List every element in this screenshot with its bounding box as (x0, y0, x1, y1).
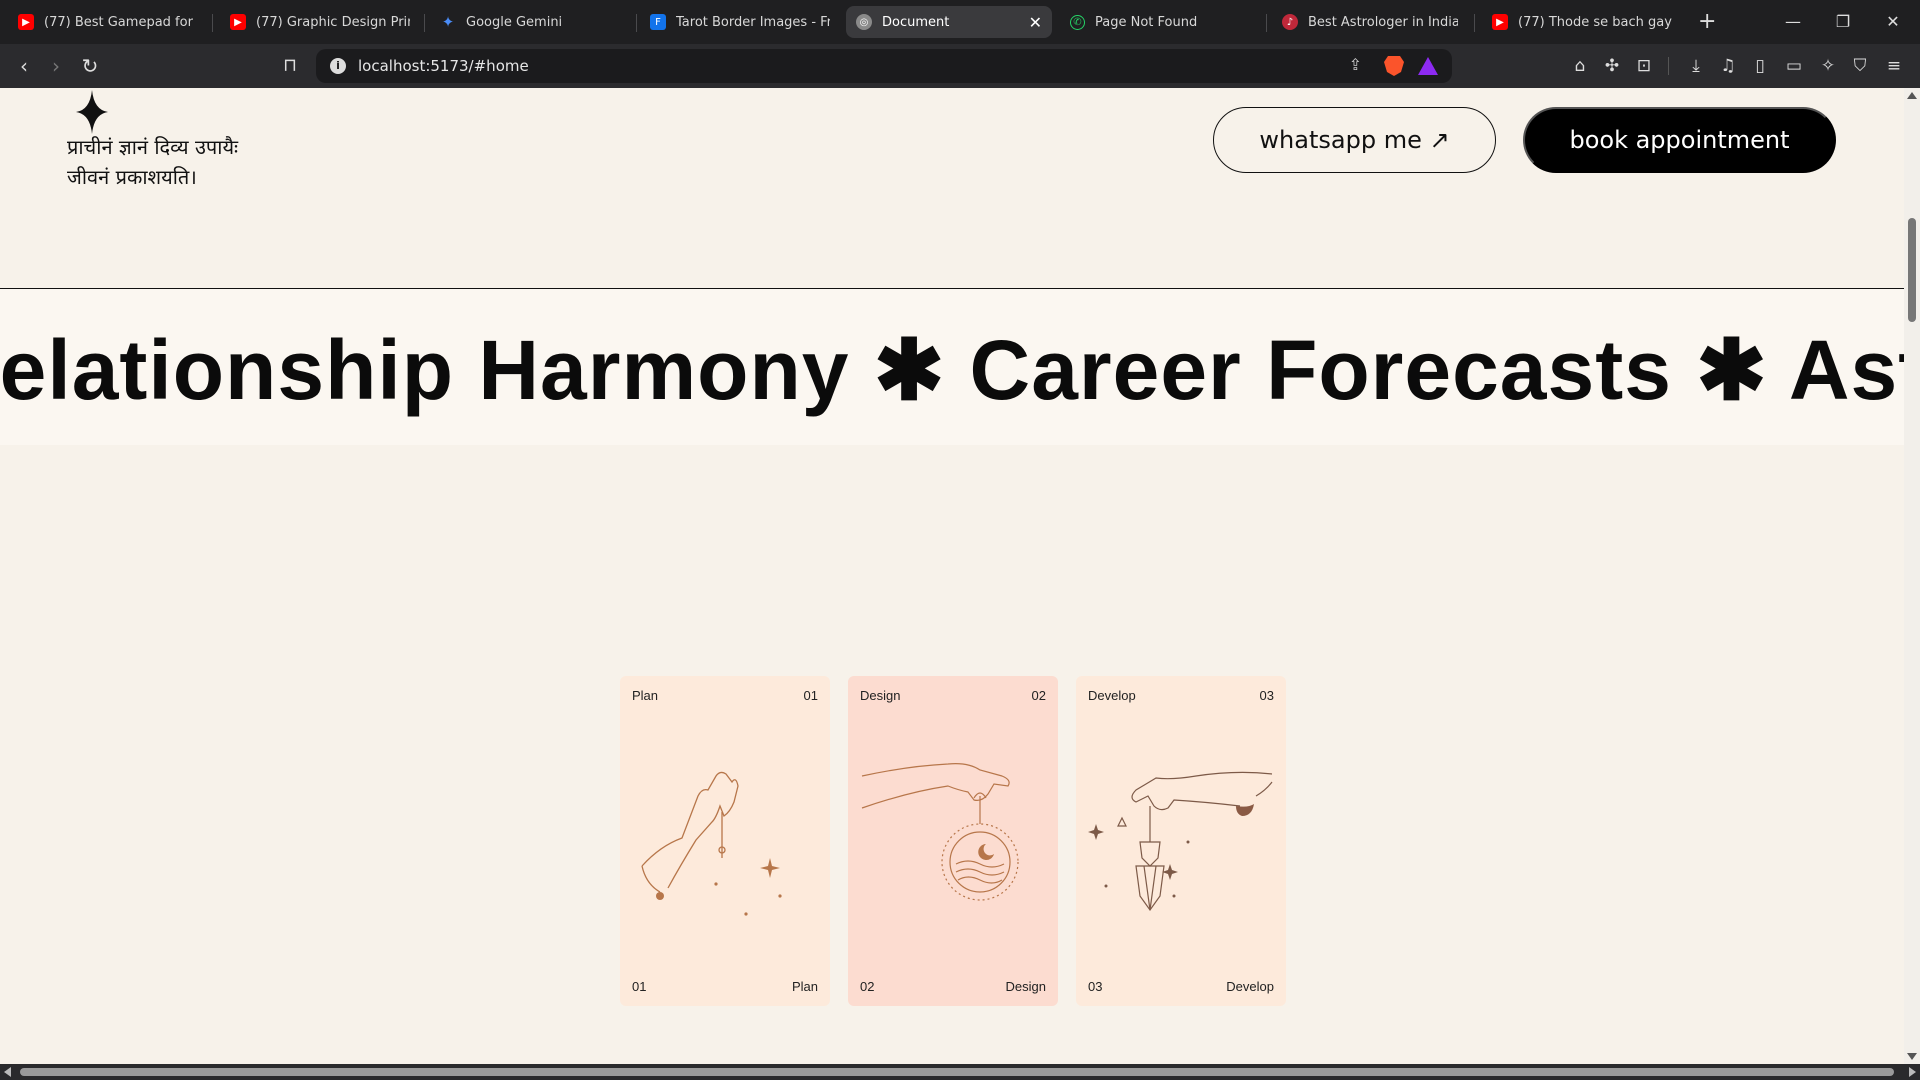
ai-sparkle-icon[interactable]: ✧ (1816, 54, 1840, 78)
tab-3[interactable]: ✦ Google Gemini (430, 6, 630, 38)
tab-separator (424, 14, 425, 32)
card-title-bottom: Plan (791, 979, 818, 994)
card-number-bottom: 03 (1088, 979, 1103, 994)
download-icon[interactable]: ⤓ (1684, 54, 1708, 78)
horizontal-scrollbar[interactable] (0, 1064, 1920, 1080)
card-title-bottom: Develop (1226, 979, 1274, 994)
vpn-icon[interactable]: ⛉ (1848, 54, 1872, 78)
tab-5-active[interactable]: ◎ Document ✕ (846, 6, 1052, 38)
whatsapp-icon: ✆ (1070, 14, 1085, 30)
scroll-left-icon[interactable] (4, 1067, 11, 1077)
forward-icon[interactable]: › (42, 52, 70, 80)
tab-title: Document (882, 14, 950, 30)
tab-1[interactable]: ▶ (77) Best Gamepad for PC? (8, 6, 204, 38)
share-icon[interactable]: ⇪ (1349, 55, 1362, 74)
card-title: Develop (1088, 688, 1136, 703)
tab-separator (1474, 14, 1475, 32)
freepik-icon: F (650, 14, 666, 30)
wallet-icon[interactable]: ▭ (1782, 54, 1806, 78)
extensions-icon[interactable]: ✣ (1600, 54, 1624, 78)
tab-title: (77) Thode se bach gaye - (1518, 14, 1672, 30)
tab-title: Google Gemini (466, 14, 563, 30)
back-icon[interactable]: ‹ (10, 52, 38, 80)
tab-separator (1266, 14, 1267, 32)
reload-icon[interactable]: ↻ (76, 52, 104, 80)
screenshot-icon[interactable]: ⊡ (1632, 54, 1656, 78)
tab-7[interactable]: ♪ Best Astrologer in India | K (1272, 6, 1468, 38)
card-number: 02 (1031, 688, 1046, 703)
card-number: 03 (1259, 688, 1274, 703)
brave-shields-icon[interactable] (1384, 56, 1404, 76)
tab-4[interactable]: F Tarot Border Images - Free (640, 6, 840, 38)
youtube-icon: ▶ (230, 14, 246, 30)
tab-separator (636, 14, 637, 32)
hand-crystal-icon (1088, 771, 1273, 912)
card-number-bottom: 01 (632, 979, 647, 994)
tab-6[interactable]: ✆ Page Not Found (1060, 6, 1260, 38)
tab-title: Page Not Found (1095, 14, 1198, 30)
scrollbar-thumb[interactable] (1908, 218, 1916, 322)
bookmark-icon[interactable]: ⊓ (276, 52, 304, 80)
new-tab-icon[interactable]: + (1698, 8, 1716, 36)
address-bar[interactable]: i localhost:5173/#home ⇪ (316, 49, 1452, 83)
services-marquee: Relationship Harmony ✱ Career Forecasts … (0, 289, 1904, 445)
tab-2[interactable]: ▶ (77) Graphic Design Princip (220, 6, 420, 38)
card-number: 01 (803, 688, 818, 703)
tab-title: Best Astrologer in India | K (1308, 14, 1458, 30)
gemini-icon: ✦ (441, 13, 455, 31)
vertical-scrollbar[interactable] (1904, 88, 1920, 1064)
page-viewport: प्राचीनं ज्ञानं दिव्य उपायैः जीवनं प्रका… (0, 88, 1904, 1064)
tab-8[interactable]: ▶ (77) Thode se bach gaye - (1482, 6, 1682, 38)
site-info-icon[interactable]: i (330, 58, 346, 74)
leo-icon[interactable]: ⌂ (1568, 54, 1592, 78)
sanskrit-tagline: प्राचीनं ज्ञानं दिव्य उपायैः जीवनं प्रका… (67, 132, 238, 192)
tab-title: Tarot Border Images - Free (676, 14, 830, 30)
sanskrit-line-2: जीवनं प्रकाशयति। (67, 165, 197, 189)
tab-title: (77) Graphic Design Princip (256, 14, 410, 30)
youtube-icon: ▶ (18, 14, 34, 30)
scrollbar-thumb[interactable] (20, 1068, 1894, 1076)
brave-rewards-icon[interactable] (1418, 57, 1438, 75)
marquee-text: Relationship Harmony ✱ Career Forecasts … (0, 323, 1904, 417)
astrologer-icon: ♪ (1282, 14, 1298, 30)
menu-icon[interactable]: ≡ (1882, 54, 1906, 78)
tab-separator (212, 14, 213, 32)
tab-bar: ▶ (77) Best Gamepad for PC? ▶ (77) Graph… (0, 0, 1920, 44)
card-title-bottom: Design (1005, 979, 1046, 994)
sidebar-icon[interactable]: ▯ (1748, 54, 1772, 78)
nav-bar: ‹ › ↻ ⊓ i localhost:5173/#home ⇪ ⌂ ✣ ⊡ ⤓… (0, 44, 1920, 88)
hand-moon-icon (641, 771, 782, 916)
scroll-down-icon[interactable] (1907, 1053, 1917, 1060)
minimize-icon[interactable]: — (1778, 8, 1808, 36)
globe-icon: ◎ (856, 14, 872, 30)
youtube-icon: ▶ (1492, 14, 1508, 30)
scroll-up-icon[interactable] (1907, 92, 1917, 99)
card-title: Plan (632, 688, 659, 703)
toolbar-separator (1668, 57, 1669, 75)
restore-icon[interactable]: ❐ (1828, 8, 1858, 36)
sanskrit-line-1: प्राचीनं ज्ञानं दिव्य उपायैः (67, 135, 239, 159)
card-number-bottom: 02 (860, 979, 875, 994)
process-card-plan[interactable]: Plan 01 01 Plan (620, 676, 830, 1006)
whatsapp-button[interactable]: whatsapp me ↗ (1213, 107, 1496, 173)
card-title: Design (860, 688, 901, 703)
process-card-develop[interactable]: Develop 03 03 Develop (1076, 676, 1286, 1006)
process-card-design[interactable]: Design 02 02 Design (848, 676, 1058, 1006)
four-point-star-icon (76, 90, 108, 134)
url-text[interactable]: localhost:5173/#home (358, 57, 529, 75)
scroll-right-icon[interactable] (1909, 1067, 1916, 1077)
tab-title: (77) Best Gamepad for PC? (44, 14, 194, 30)
hand-sun-icon (861, 763, 1019, 901)
book-appointment-button[interactable]: book appointment (1523, 107, 1836, 173)
close-tab-icon[interactable]: ✕ (1029, 13, 1042, 32)
close-window-icon[interactable]: ✕ (1878, 8, 1908, 36)
media-icon[interactable]: ♫ (1716, 54, 1740, 78)
